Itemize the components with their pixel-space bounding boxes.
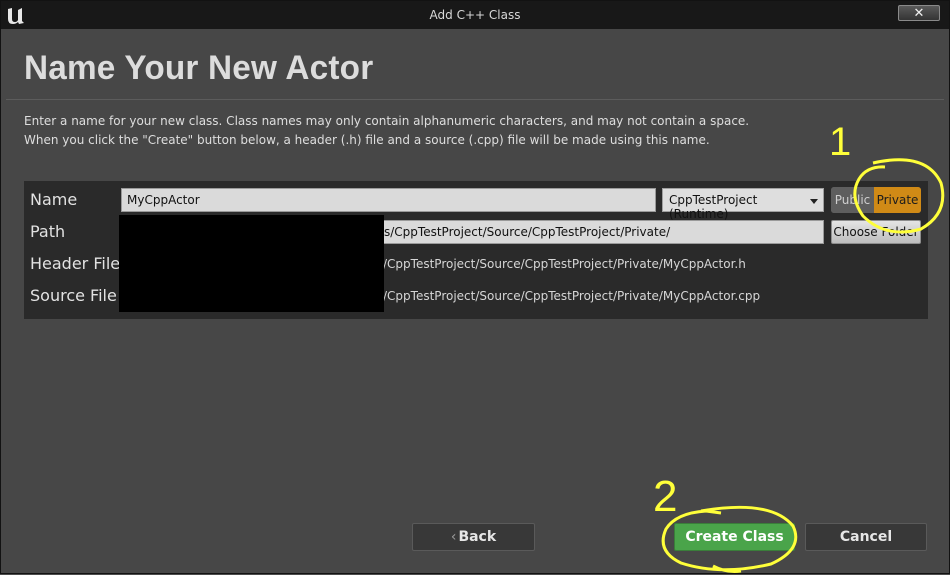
path-label: Path: [30, 222, 66, 241]
module-dropdown-value: CppTestProject (Runtime): [669, 193, 758, 221]
chevron-down-icon: [810, 199, 818, 204]
private-toggle-button[interactable]: Private: [874, 187, 921, 213]
annotation-step-2: 2: [653, 472, 677, 521]
back-button-label: Back: [458, 529, 497, 545]
module-dropdown[interactable]: CppTestProject (Runtime): [662, 188, 824, 221]
source-file-value: /CppTestProject/Source/CppTestProject/Pr…: [383, 289, 761, 303]
back-button[interactable]: ‹ Back: [412, 523, 535, 551]
annotation-step-1: 1: [829, 120, 851, 164]
visibility-toggle: Public Private: [831, 187, 921, 213]
source-file-label: Source File: [30, 286, 117, 305]
cancel-button[interactable]: Cancel: [805, 523, 927, 551]
header-file-value: /CppTestProject/Source/CppTestProject/Pr…: [383, 257, 746, 271]
window-title: Add C++ Class: [429, 8, 521, 22]
add-cpp-class-dialog: Add C++ Class ✕ Name Your New Actor Ente…: [0, 0, 950, 574]
class-settings-panel: Name CppTestProject (Runtime) Public Pri…: [24, 181, 928, 319]
page-title: Name Your New Actor: [24, 49, 374, 87]
close-button[interactable]: ✕: [898, 5, 940, 21]
description-line-1: Enter a name for your new class. Class n…: [24, 114, 750, 128]
public-toggle-button[interactable]: Public: [831, 187, 874, 213]
title-bar: Add C++ Class ✕: [1, 1, 949, 29]
class-name-input[interactable]: [121, 188, 656, 212]
divider: [6, 99, 944, 100]
create-class-button[interactable]: Create Class: [674, 523, 795, 551]
redaction-box: [119, 215, 384, 312]
choose-folder-button[interactable]: Choose Folder: [831, 220, 921, 244]
description-line-2: When you click the "Create" button below…: [24, 133, 710, 147]
name-label: Name: [30, 190, 78, 209]
header-file-label: Header File: [30, 254, 121, 273]
chevron-left-icon: ‹: [450, 529, 457, 545]
